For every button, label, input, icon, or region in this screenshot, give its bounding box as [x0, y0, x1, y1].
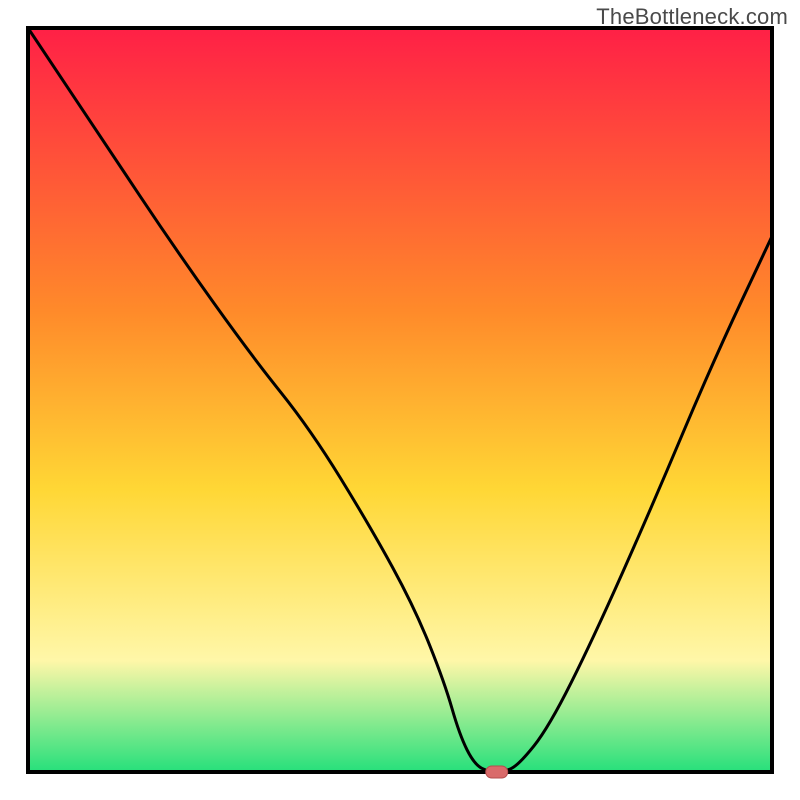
- plot-background: [28, 28, 772, 772]
- watermark-text: TheBottleneck.com: [596, 4, 788, 30]
- chart-container: { "watermark": "TheBottleneck.com", "col…: [0, 0, 800, 800]
- bottleneck-chart: [0, 0, 800, 800]
- optimum-marker: [486, 766, 508, 778]
